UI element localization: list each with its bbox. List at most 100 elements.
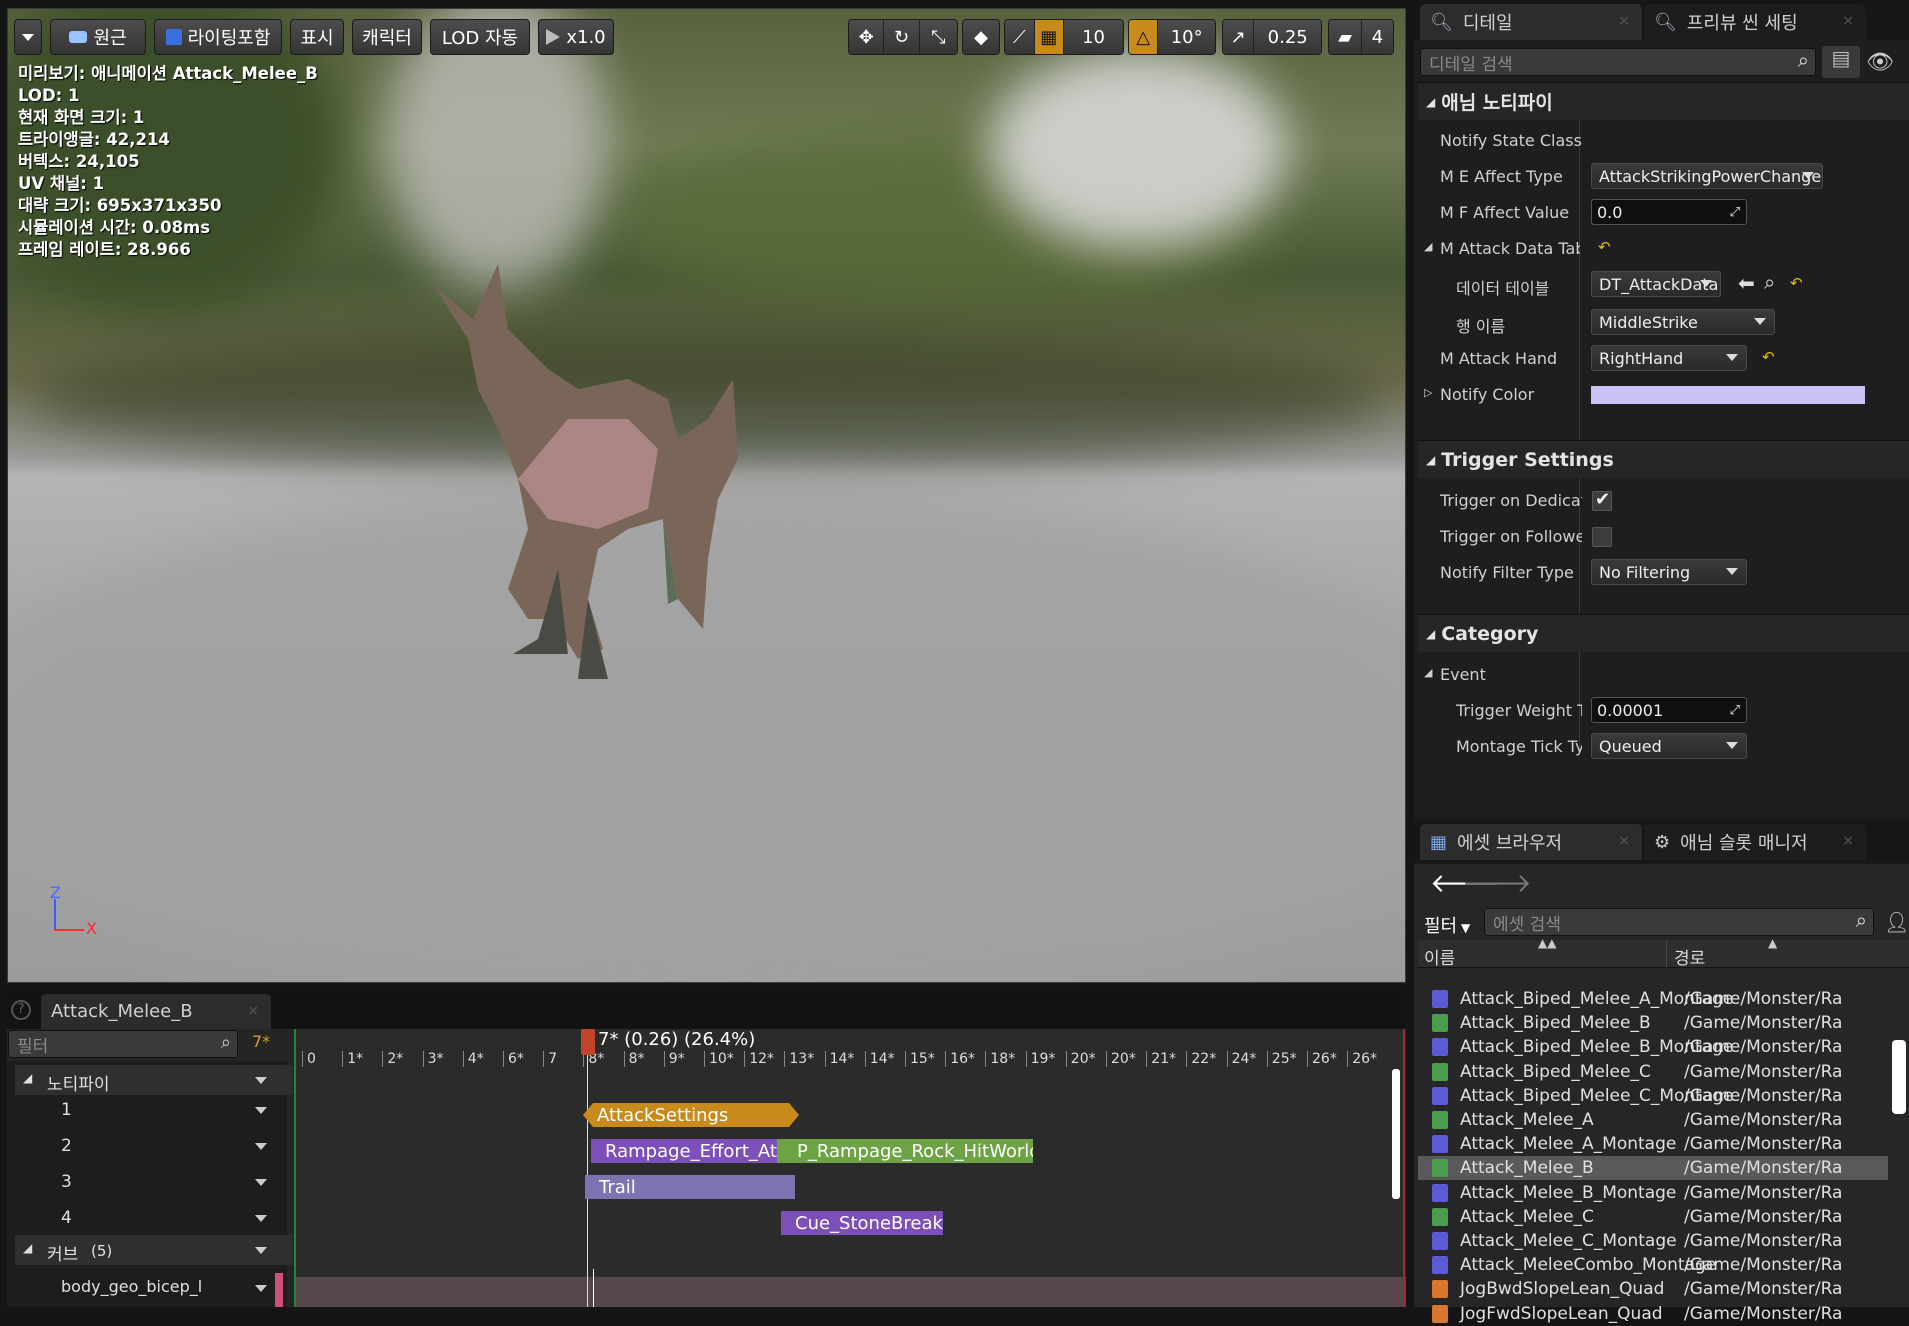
tab-attack-melee-b[interactable]: Attack_Melee_B ×: [41, 994, 271, 1029]
category-anim-notify[interactable]: ◢ 애님 노티파이: [1418, 82, 1909, 120]
show-button[interactable]: 표시: [290, 19, 344, 55]
category-category[interactable]: ◢ Category: [1418, 614, 1909, 652]
notify-track-row[interactable]: 2: [15, 1131, 293, 1161]
trigger-weight-input[interactable]: 0.00001 ⤢: [1591, 697, 1747, 723]
rotation-snap-value[interactable]: 10°: [1158, 20, 1215, 54]
notify-attack-settings[interactable]: AttackSettings: [583, 1103, 799, 1127]
notifies-track-header[interactable]: ◢ 노티파이: [15, 1065, 293, 1095]
track-filter-input[interactable]: 필터 ⌕: [8, 1030, 238, 1058]
tab-preview-scene[interactable]: 🔍︎ 프리뷰 씬 세팅 ×: [1644, 4, 1866, 40]
tick-label: 10*: [704, 1051, 734, 1067]
asset-row[interactable]: JogFwdSlopeLean_Quad/Game/Monster/Ra: [1418, 1302, 1888, 1326]
notify-rampage-rock-hitworld[interactable]: P_Rampage_Rock_HitWorld: [777, 1139, 1033, 1163]
help-icon[interactable]: ?: [11, 1000, 31, 1020]
column-name[interactable]: 이름: [1424, 944, 1455, 969]
asset-row[interactable]: JogBwdSlopeLean_Quad/Game/Monster/Ra: [1418, 1277, 1888, 1301]
lighting-button[interactable]: 라이팅포함: [154, 19, 282, 55]
notify-track-row[interactable]: 4: [15, 1203, 293, 1233]
playback-speed-button[interactable]: x1.0: [538, 19, 614, 55]
user-icon[interactable]: 👤︎: [1884, 910, 1909, 934]
preview-viewport[interactable]: 원근 라이팅포함 표시 캐릭터 LOD 자동 x1.0 ✥ ↻ ⤡ ◆ ⟋ ▦ …: [7, 8, 1406, 983]
asset-row[interactable]: Attack_Melee_C_Montage/Game/Monster/Ra: [1418, 1229, 1888, 1253]
asset-row[interactable]: Attack_Biped_Melee_C_Montage/Game/Monste…: [1418, 1084, 1888, 1108]
notify-rampage-effort[interactable]: Rampage_Effort_Attack: [591, 1139, 783, 1163]
montage-tick-dropdown[interactable]: Queued: [1591, 733, 1747, 759]
close-icon[interactable]: ×: [1618, 833, 1630, 849]
asset-row[interactable]: Attack_Biped_Melee_A_Montage/Game/Monste…: [1418, 987, 1888, 1011]
world-local-toggle[interactable]: ◆: [962, 19, 1000, 55]
viewport-menu-button[interactable]: [14, 19, 42, 55]
attack-hand-dropdown[interactable]: RightHand: [1591, 345, 1747, 371]
prop-m-attack-data-table[interactable]: ◢M Attack Data Table ↶: [1418, 230, 1909, 266]
me-affect-type-dropdown[interactable]: AttackStrikingPowerChange: [1591, 163, 1823, 189]
trigger-follower-checkbox[interactable]: [1592, 527, 1612, 547]
chevron-down-icon[interactable]: [255, 1143, 267, 1150]
camera-speed-group[interactable]: ▰ 4: [1328, 19, 1394, 55]
row-name-dropdown[interactable]: MiddleStrike: [1591, 309, 1775, 335]
close-icon[interactable]: ×: [247, 1003, 259, 1019]
notify-color-swatch[interactable]: [1591, 386, 1865, 404]
eye-icon[interactable]: 👁︎: [1866, 50, 1894, 75]
notify-filter-dropdown[interactable]: No Filtering: [1591, 559, 1747, 585]
perspective-button[interactable]: 원근: [50, 19, 146, 55]
reset-icon[interactable]: ↶: [1790, 274, 1803, 292]
tab-asset-browser[interactable]: ▦ 에셋 브라우저 ×: [1420, 824, 1642, 860]
asset-row[interactable]: Attack_Melee_A/Game/Monster/Ra: [1418, 1108, 1888, 1132]
asset-row[interactable]: Attack_Biped_Melee_B/Game/Monster/Ra: [1418, 1011, 1888, 1035]
prop-event[interactable]: ◢ Event: [1418, 656, 1909, 692]
filter-button[interactable]: 필터 ▼: [1424, 912, 1470, 938]
close-icon[interactable]: ×: [1842, 833, 1854, 849]
timeline-scrollbar[interactable]: [1392, 1069, 1400, 1199]
close-icon[interactable]: ×: [1842, 13, 1854, 29]
reset-icon[interactable]: ↶: [1598, 238, 1611, 256]
notify-track-row[interactable]: 3: [15, 1167, 293, 1197]
time-ruler[interactable]: 0 1* 2* 3* 4* 6* 7 8* 8* 9* 10* 12* 13* 14* 14* 15* 16* 1…: [294, 1051, 1406, 1071]
asset-row[interactable]: Attack_Biped_Melee_C/Game/Monster/Ra: [1418, 1060, 1888, 1084]
rotation-snap-icon[interactable]: △: [1129, 20, 1159, 54]
data-table-dropdown[interactable]: DT_AttackData: [1591, 271, 1721, 297]
surface-snap-icon[interactable]: ⟋: [1005, 20, 1035, 54]
asset-row[interactable]: Attack_Melee_B/Game/Monster/Ra: [1418, 1156, 1888, 1181]
asset-row[interactable]: Attack_Melee_A_Montage/Game/Monster/Ra: [1418, 1132, 1888, 1156]
trigger-dedicated-checkbox[interactable]: ✔: [1592, 489, 1612, 511]
curve-track-row[interactable]: body_geo_bicep_l: [15, 1273, 293, 1303]
chevron-down-icon[interactable]: [255, 1215, 267, 1222]
curves-track-header[interactable]: ◢ 커브 (5): [15, 1235, 293, 1265]
scale-tool-icon[interactable]: ⤡: [919, 20, 957, 54]
scale-snap-value[interactable]: 0.25: [1254, 20, 1321, 54]
browse-search-icon[interactable]: ⌕: [1764, 270, 1775, 294]
asset-search-input[interactable]: 에셋 검색 ⌕: [1484, 908, 1874, 936]
chevron-down-icon[interactable]: [255, 1247, 267, 1254]
asset-row[interactable]: Attack_Biped_Melee_B_Montage/Game/Monste…: [1418, 1035, 1888, 1059]
playhead-handle[interactable]: [581, 1029, 595, 1055]
category-trigger-settings[interactable]: ◢ Trigger Settings: [1418, 440, 1909, 478]
asset-scrollbar[interactable]: [1892, 1040, 1906, 1114]
move-tool-icon[interactable]: ✥: [849, 20, 885, 54]
scale-snap-icon[interactable]: ↗: [1223, 20, 1255, 54]
column-path[interactable]: 경로: [1674, 944, 1705, 969]
arrow-left-icon[interactable]: ⬅: [1738, 271, 1755, 295]
chevron-down-icon[interactable]: [255, 1077, 267, 1084]
notify-cue-stonebreak[interactable]: Cue_StoneBreak: [781, 1211, 943, 1235]
chevron-down-icon[interactable]: [255, 1285, 267, 1292]
view-options-icon[interactable]: ▤: [1822, 46, 1860, 78]
mf-affect-value-input[interactable]: 0.0 ⤢: [1591, 199, 1747, 225]
grid-snap-icon[interactable]: ▦: [1034, 20, 1065, 54]
chevron-down-icon[interactable]: [255, 1107, 267, 1114]
character-button[interactable]: 캐릭터: [352, 19, 422, 55]
forward-arrow-icon[interactable]: 🡒: [1462, 868, 1532, 899]
chevron-down-icon[interactable]: [255, 1179, 267, 1186]
asset-row[interactable]: Attack_MeleeCombo_Montage/Game/Monster/R…: [1418, 1253, 1888, 1277]
details-search-input[interactable]: 디테일 검색 ⌕: [1420, 48, 1816, 76]
notify-track-row[interactable]: 1: [15, 1095, 293, 1125]
asset-row[interactable]: Attack_Melee_C/Game/Monster/Ra: [1418, 1205, 1888, 1229]
asset-row[interactable]: Attack_Melee_B_Montage/Game/Monster/Ra: [1418, 1181, 1888, 1205]
notify-trail[interactable]: Trail: [585, 1175, 795, 1199]
lod-button[interactable]: LOD 자동: [430, 19, 530, 55]
rotate-tool-icon[interactable]: ↻: [884, 20, 920, 54]
grid-snap-value[interactable]: 10: [1064, 20, 1123, 54]
reset-icon[interactable]: ↶: [1762, 348, 1775, 366]
close-icon[interactable]: ×: [1618, 13, 1630, 29]
tab-anim-slot-manager[interactable]: ⚙ 애님 슬롯 매니저 ×: [1644, 824, 1866, 860]
tab-details[interactable]: 🔍︎ 디테일 ×: [1420, 4, 1642, 40]
